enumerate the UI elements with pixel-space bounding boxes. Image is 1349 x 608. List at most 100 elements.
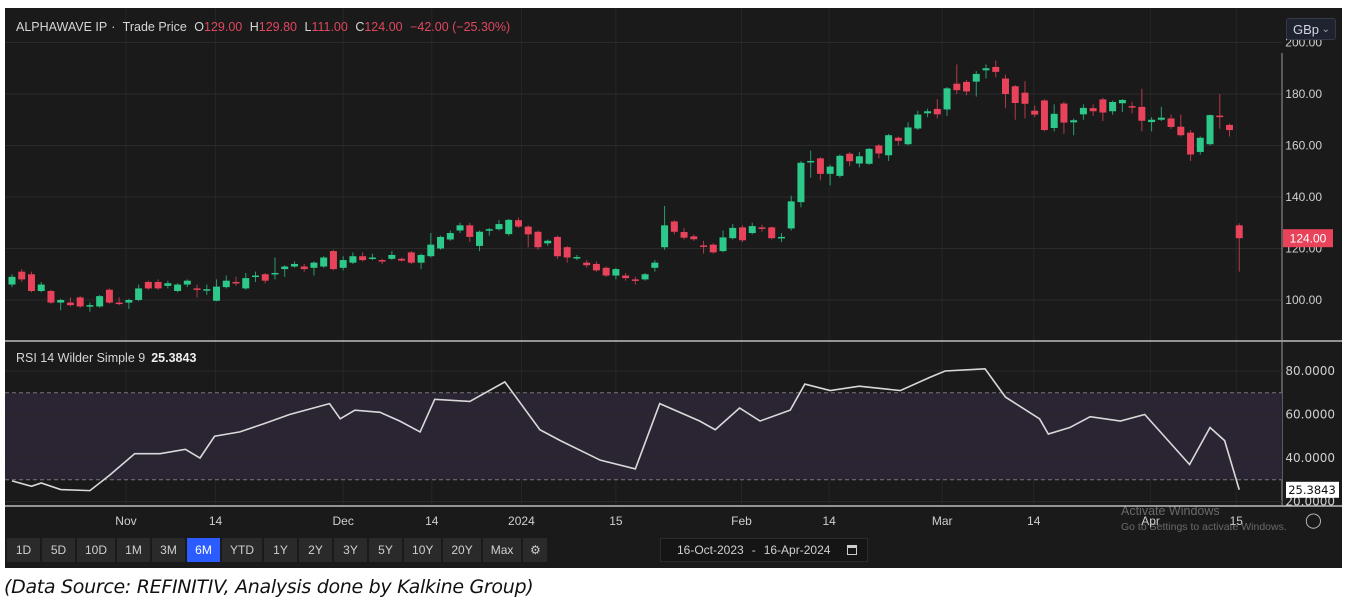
candle-down <box>378 260 386 262</box>
range-button-5y[interactable]: 5Y <box>369 538 403 562</box>
candle-down <box>592 263 600 271</box>
rsi-value-tag-label: 25.3843 <box>1288 483 1336 497</box>
calendar-icon[interactable] <box>847 545 857 555</box>
range-toolbar: 1D 5D 10D 1M 3M 6M YTD 1Y 2Y 3Y 5Y 10Y 20Y Max ⚙ <box>7 538 548 562</box>
candle-down <box>758 227 766 229</box>
watermark-subtitle: Go to Settings to activate Windows. <box>1121 521 1287 533</box>
candle-up <box>914 114 922 129</box>
candle-down <box>1167 118 1175 127</box>
price-chart[interactable]: 100.00120.00140.00160.00180.00200.00124.… <box>5 8 1342 568</box>
range-button-10d[interactable]: 10D <box>77 538 116 562</box>
gear-icon[interactable]: ⚙ <box>523 538 548 562</box>
candle-down <box>514 220 522 227</box>
close-value: 124.00 <box>364 20 403 34</box>
candle-up <box>972 73 980 82</box>
low-value: 111.00 <box>311 20 348 34</box>
date-separator: - <box>751 543 756 557</box>
chart-window: 100.00 120.00 140.00 160.00 180.00 200.00 124.… <box>5 8 1342 568</box>
candle-down <box>690 236 698 240</box>
candle-down <box>739 227 746 241</box>
candle-up <box>1157 117 1165 120</box>
windows-watermark: Activate Windows Go to Settings to activ… <box>1121 503 1287 535</box>
x-tick-label: 2024 <box>508 514 535 528</box>
candle-up <box>86 305 94 307</box>
candle-down <box>680 232 688 238</box>
rsi-tick-label: 80.0000 <box>1285 364 1335 378</box>
candle-down <box>1060 103 1068 123</box>
candle-up <box>174 284 182 291</box>
date-range-picker[interactable]: 16-Oct-2023-16-Apr-2024 <box>660 538 868 562</box>
candle-down <box>232 281 240 284</box>
candle-up <box>943 88 951 110</box>
candle-down <box>66 302 74 306</box>
candle-up <box>320 257 328 267</box>
candle-up <box>437 236 445 249</box>
range-button-10y[interactable]: 10Y <box>404 538 442 562</box>
candle-down <box>524 226 532 235</box>
range-button-3m[interactable]: 3M <box>152 538 186 562</box>
range-button-1d[interactable]: 1D <box>7 538 40 562</box>
candle-up <box>865 148 873 164</box>
change-value: −42.00 (−25.30%) <box>410 20 511 34</box>
candle-down <box>1031 110 1039 115</box>
range-button-5d[interactable]: 5D <box>42 538 75 562</box>
candle-down <box>18 271 26 280</box>
x-tick-label: Feb <box>731 514 752 528</box>
series-name: Trade Price <box>122 20 187 34</box>
candle-up <box>290 263 298 267</box>
range-button-3y[interactable]: 3Y <box>334 538 368 562</box>
x-tick-label: 15 <box>609 514 623 528</box>
candle-up <box>807 160 815 163</box>
price-tick-label: 100.00 <box>1285 293 1322 307</box>
candle-up <box>651 262 659 268</box>
candle-up <box>641 274 649 280</box>
date-from: 16-Oct-2023 <box>677 543 744 557</box>
watermark-title: Activate Windows <box>1121 504 1220 518</box>
candle-down <box>1226 124 1233 131</box>
candle-up <box>1070 120 1078 123</box>
candle-up <box>777 236 785 239</box>
candle-down <box>76 297 84 307</box>
range-button-ytd[interactable]: YTD <box>222 538 263 562</box>
candle-down <box>894 137 902 141</box>
rsi-tick-label: 40.0000 <box>1285 451 1335 465</box>
range-button-2y[interactable]: 2Y <box>299 538 333 562</box>
candle-up <box>271 272 279 275</box>
candle-up <box>797 162 805 203</box>
range-button-max[interactable]: Max <box>482 538 522 562</box>
date-to: 16-Apr-2024 <box>763 543 831 557</box>
range-button-1y[interactable]: 1Y <box>264 538 298 562</box>
candle-down <box>1177 126 1185 136</box>
candle-up <box>203 289 211 291</box>
candle-up <box>96 296 104 307</box>
candle-up <box>787 201 795 229</box>
rsi-band <box>5 392 1282 480</box>
candle-down <box>1011 86 1019 104</box>
candle-up <box>164 283 172 286</box>
currency-dropdown[interactable]: GBp ⌄ <box>1286 18 1336 40</box>
candle-up <box>37 284 45 291</box>
candle-down <box>105 289 113 303</box>
candle-down <box>933 108 941 115</box>
x-tick-label: 14 <box>425 514 439 528</box>
candle-down <box>816 158 824 174</box>
last-price-label: 124.00 <box>1290 232 1327 246</box>
range-button-1m[interactable]: 1M <box>117 538 151 562</box>
candle-down <box>154 281 162 289</box>
x-tick-label: Mar <box>932 514 953 528</box>
candle-up <box>982 68 990 71</box>
candle-down <box>563 247 571 258</box>
candle-up <box>213 286 221 301</box>
price-legend: ALPHAWAVE IP · Trade Price O129.00 H129.8… <box>16 20 511 34</box>
candle-down <box>963 81 971 92</box>
candle-down <box>1138 106 1146 121</box>
candle-down <box>1089 108 1097 112</box>
candle-up <box>368 257 376 260</box>
range-button-20y[interactable]: 20Y <box>443 538 481 562</box>
range-button-6m[interactable]: 6M <box>187 538 221 562</box>
candle-up <box>349 256 357 263</box>
x-tick-label: 14 <box>1027 514 1041 528</box>
candle-down <box>1187 132 1195 155</box>
chart-settings-icon[interactable]: ◯ <box>1305 511 1322 529</box>
candle-down <box>398 258 406 261</box>
